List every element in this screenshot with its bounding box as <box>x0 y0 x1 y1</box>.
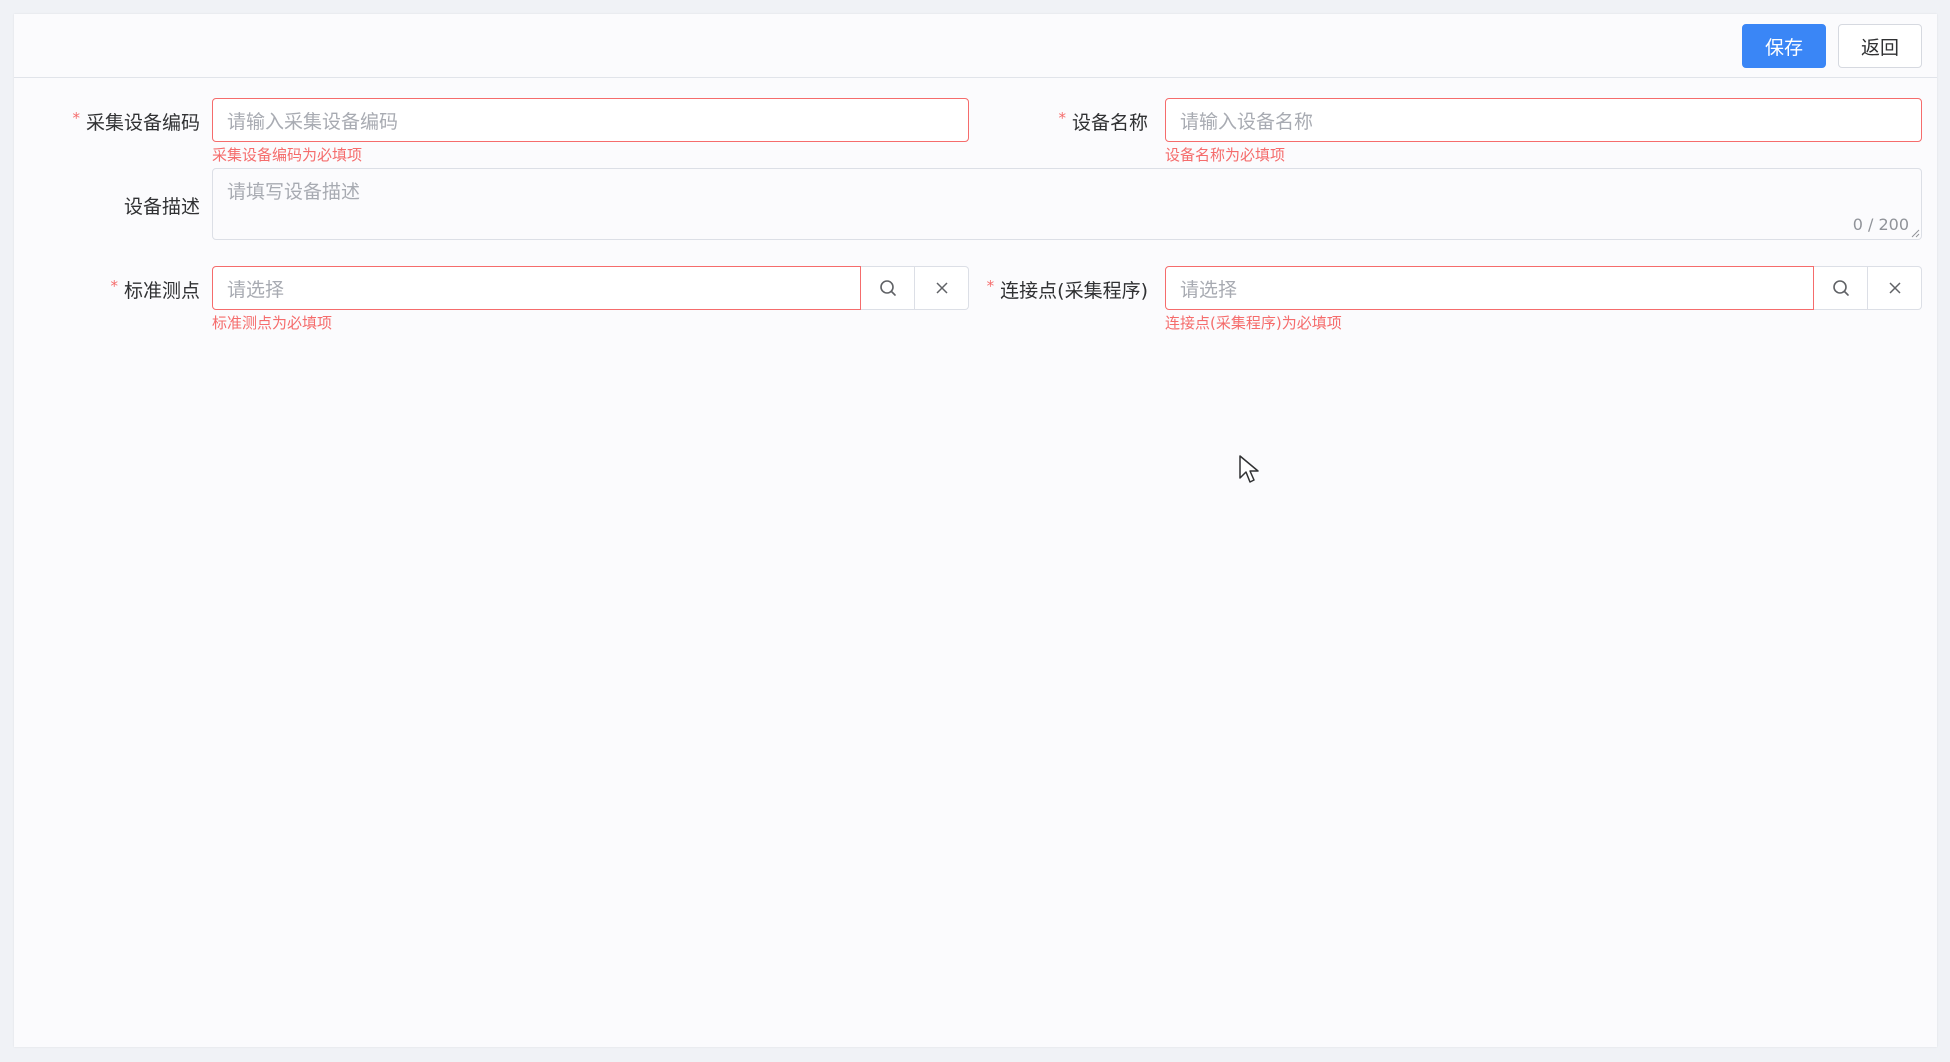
device-name-label: * 设备名称 <box>1014 108 1148 135</box>
resize-handle-icon[interactable] <box>1910 228 1920 238</box>
device-code-label-text: 采集设备编码 <box>85 112 200 134</box>
connection-point-label: * 连接点(采集程序) <box>974 276 1148 303</box>
toolbar: 保存 返回 <box>14 14 1937 78</box>
connection-point-search-button[interactable] <box>1814 266 1868 310</box>
standard-point-placeholder: 请选择 <box>227 278 285 301</box>
standard-point-clear-button[interactable] <box>915 266 969 310</box>
connection-point-select: 请选择 <box>1165 266 1922 310</box>
connection-point-label-text: 连接点(采集程序) <box>1000 280 1148 302</box>
standard-point-select: 请选择 <box>212 266 969 310</box>
mouse-cursor-icon <box>1239 455 1259 483</box>
device-desc-label: 设备描述 <box>123 196 200 218</box>
search-icon <box>879 280 896 296</box>
device-code-placeholder: 请输入采集设备编码 <box>227 110 399 133</box>
connection-point-error: 连接点(采集程序)为必填项 <box>1165 314 1342 332</box>
close-icon <box>1888 282 1901 294</box>
required-mark: * <box>986 277 995 295</box>
standard-point-label: * 标准测点 <box>64 276 200 303</box>
connection-point-placeholder: 请选择 <box>1180 278 1238 301</box>
form-panel: 保存 返回 * 采集设备编码 请输入采集设备编码 采集设备编码为必填项 * 设备名称… <box>14 14 1937 1047</box>
back-button[interactable]: 返回 <box>1838 24 1922 68</box>
device-code-input[interactable]: 请输入采集设备编码 <box>212 98 969 142</box>
standard-point-label-text: 标准测点 <box>123 280 200 302</box>
standard-point-input[interactable]: 请选择 <box>212 266 861 310</box>
required-mark: * <box>72 109 80 127</box>
device-code-label: * 采集设备编码 <box>64 108 200 135</box>
connection-point-input[interactable]: 请选择 <box>1165 266 1814 310</box>
device-desc-textarea[interactable]: 请填写设备描述 0 / 200 <box>212 168 1922 240</box>
required-mark: * <box>110 277 118 295</box>
connection-point-clear-button[interactable] <box>1868 266 1922 310</box>
device-name-input[interactable]: 请输入设备名称 <box>1165 98 1922 142</box>
save-button[interactable]: 保存 <box>1742 24 1826 68</box>
standard-point-error: 标准测点为必填项 <box>212 314 333 332</box>
device-name-error: 设备名称为必填项 <box>1165 146 1286 164</box>
close-icon <box>935 282 948 294</box>
required-mark: * <box>1058 109 1066 127</box>
device-code-error: 采集设备编码为必填项 <box>212 146 363 164</box>
search-icon <box>1832 280 1849 296</box>
device-name-placeholder: 请输入设备名称 <box>1180 110 1314 133</box>
standard-point-search-button[interactable] <box>861 266 915 310</box>
char-counter: 0 / 200 <box>1852 215 1909 234</box>
device-desc-placeholder: 请填写设备描述 <box>227 181 361 203</box>
device-name-label-text: 设备名称 <box>1071 112 1148 134</box>
